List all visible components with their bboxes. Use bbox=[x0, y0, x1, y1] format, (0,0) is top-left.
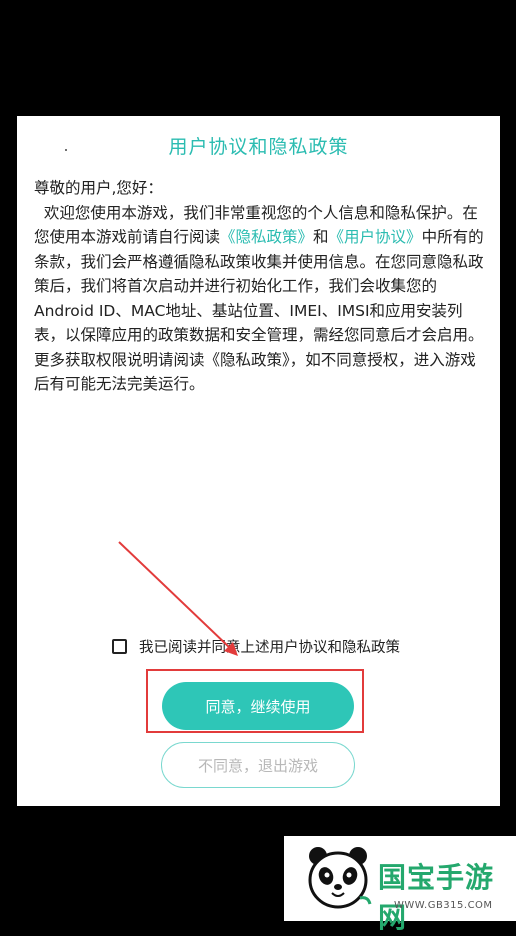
dialog-title: 用户协议和隐私政策 bbox=[168, 136, 349, 158]
paragraph-part-3: 中所有的条款，我们会严格遵循隐私政策收集并使用信息。在您同意隐私政策后，我们将首… bbox=[34, 228, 484, 393]
disagree-exit-button[interactable]: 不同意，退出游戏 bbox=[161, 742, 355, 788]
panda-icon bbox=[308, 847, 372, 909]
agree-row[interactable]: 我已阅读并同意上述用户协议和隐私政策 bbox=[112, 636, 400, 657]
user-agreement-link[interactable]: 《用户协议》 bbox=[329, 228, 422, 246]
watermark-logo: 国宝手游网 WWW.GB315.COM bbox=[284, 836, 516, 934]
watermark-brand: 国宝手游网 bbox=[378, 861, 495, 934]
greeting-text: 尊敬的用户,您好： bbox=[34, 179, 163, 197]
watermark-url: WWW.GB315.COM bbox=[394, 900, 493, 911]
agree-continue-button[interactable]: 同意，继续使用 bbox=[162, 682, 354, 730]
agree-checkbox-label[interactable]: 我已阅读并同意上述用户协议和隐私政策 bbox=[139, 636, 400, 657]
paragraph-part-2: 和 bbox=[313, 228, 329, 246]
dialog-body: 尊敬的用户,您好： 欢迎您使用本游戏，我们非常重视您的个人信息和隐私保护。在您使… bbox=[34, 176, 486, 397]
privacy-policy-link[interactable]: 《隐私政策》 bbox=[220, 228, 313, 246]
agree-checkbox[interactable] bbox=[112, 639, 127, 654]
privacy-dialog: 用户协议和隐私政策 尊敬的用户,您好： 欢迎您使用本游戏，我们非常重视您的个人信… bbox=[17, 116, 500, 806]
privacy-paragraph: 欢迎您使用本游戏，我们非常重视您的个人信息和隐私保护。在您使用本游戏前请自行阅读… bbox=[34, 201, 486, 397]
